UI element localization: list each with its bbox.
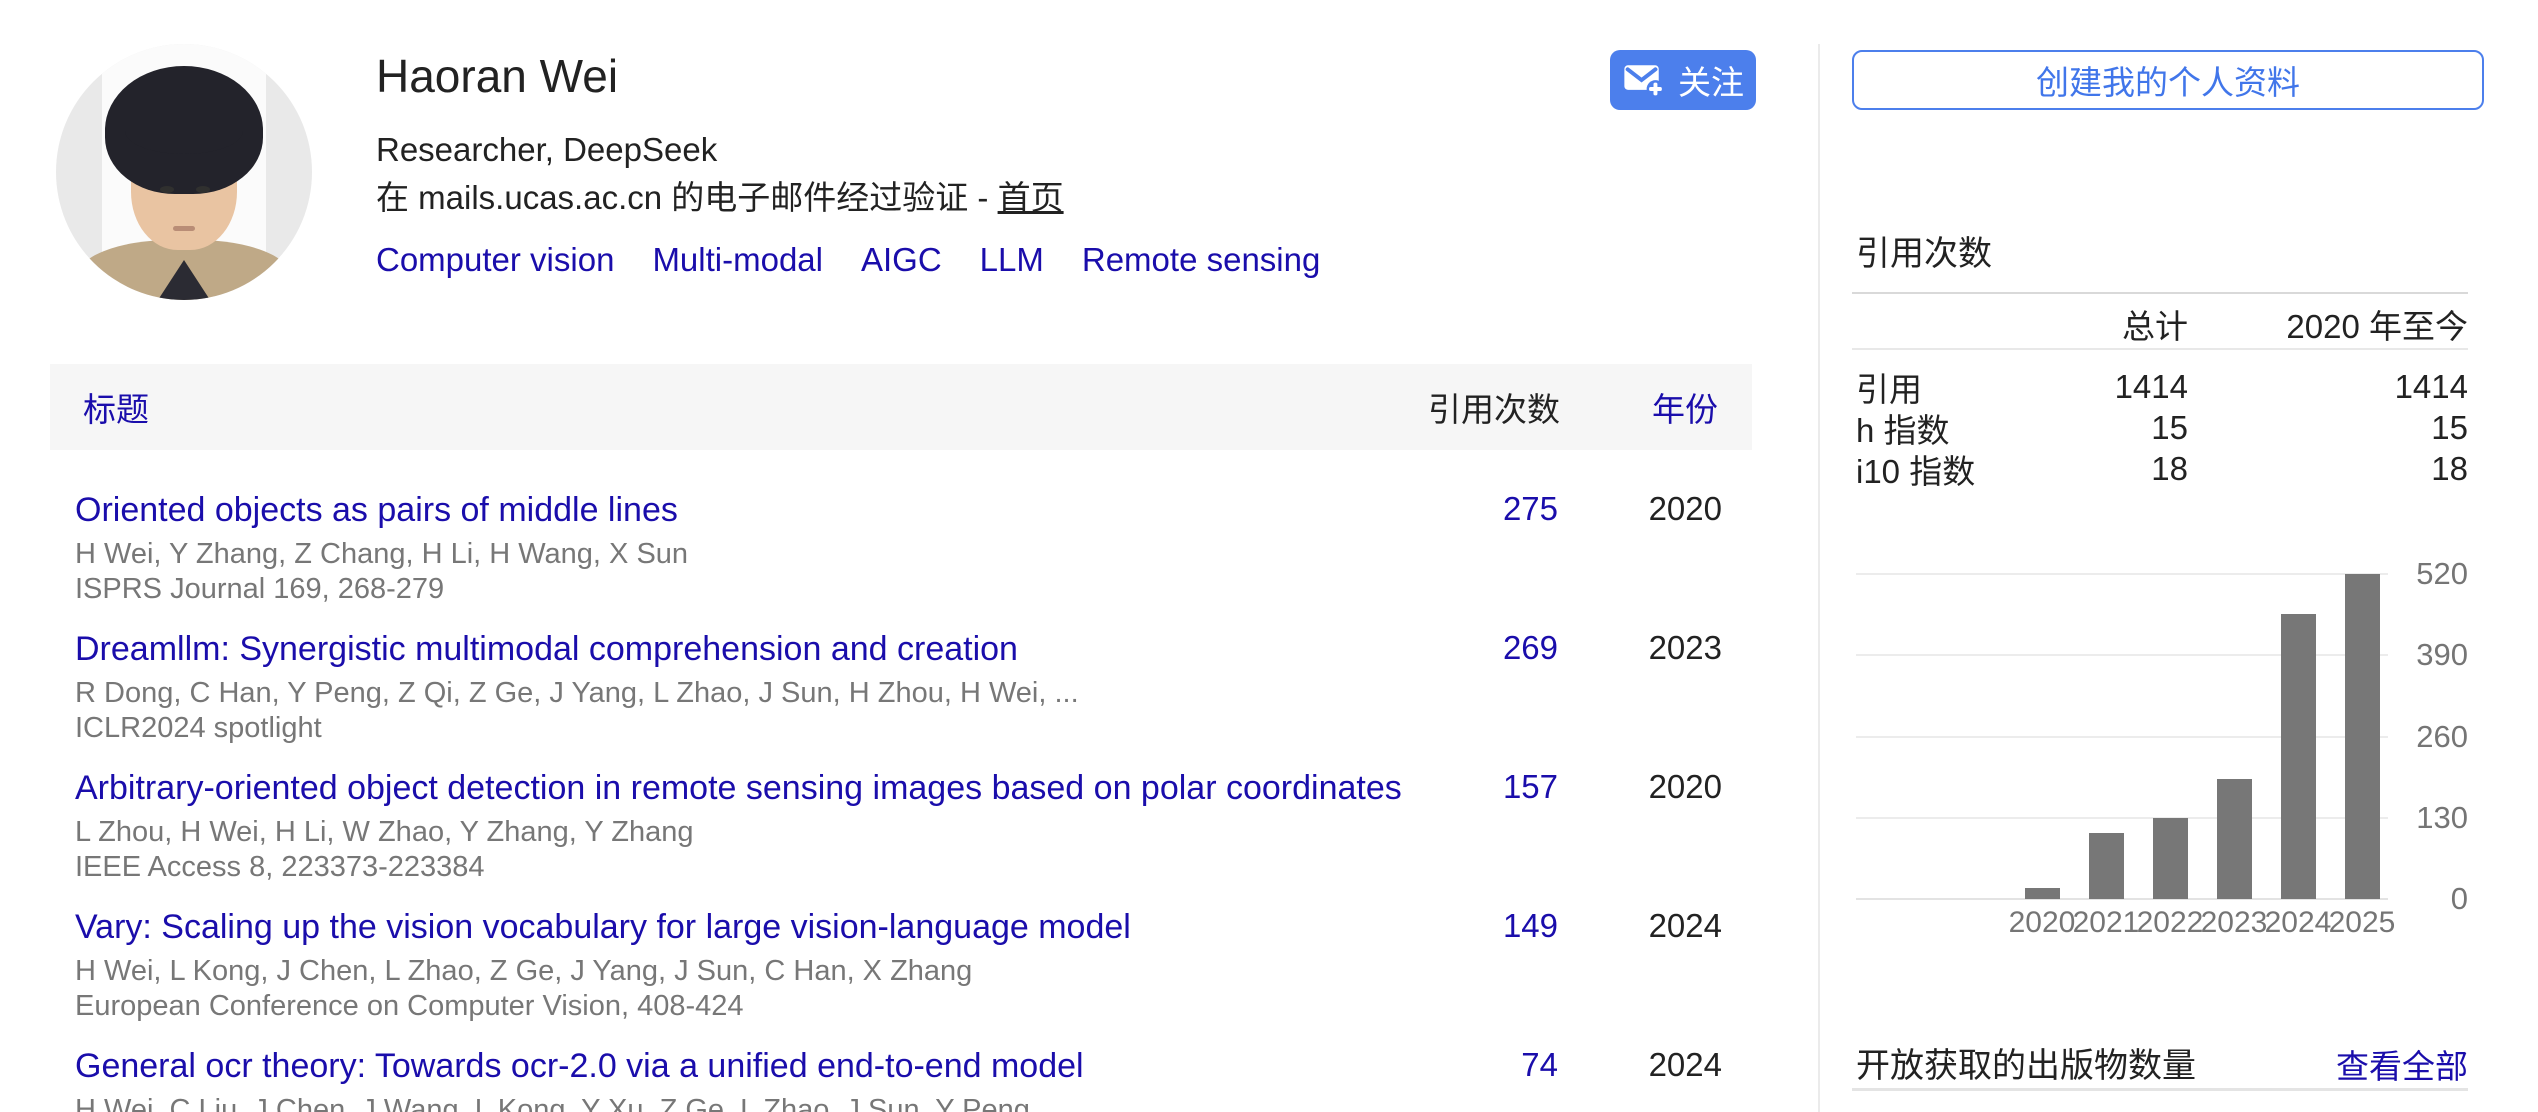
citations-bar-chart xyxy=(1856,574,2388,899)
portrait-mouth xyxy=(173,226,195,231)
y-axis-tick-label: 260 xyxy=(2416,719,2468,755)
interest-tag[interactable]: Remote sensing xyxy=(1082,241,1320,278)
publication-year: 2024 xyxy=(1649,1046,1722,1084)
publication-title-link[interactable]: Arbitrary-oriented object detection in r… xyxy=(75,766,1402,810)
stat-label: i10 指数 xyxy=(1856,445,2048,493)
publication-title-link[interactable]: General ocr theory: Towards ocr-2.0 via … xyxy=(75,1044,1084,1088)
publication-row: Dreamllm: Synergistic multimodal compreh… xyxy=(75,627,1752,766)
stat-value-since: 1414 xyxy=(2188,368,2468,406)
publication-row: Vary: Scaling up the vision vocabulary f… xyxy=(75,905,1752,1044)
portrait-eye xyxy=(160,186,174,193)
scholar-profile-page: Haoran Wei Researcher, DeepSeek 在 mails.… xyxy=(0,0,2538,1112)
citation-bar[interactable] xyxy=(2089,833,2124,899)
citation-bar[interactable] xyxy=(2345,574,2380,899)
stat-row: 引用14141414 xyxy=(1856,366,2468,407)
publication-row: Oriented objects as pairs of middle line… xyxy=(75,488,1752,627)
cited-by-count-link[interactable]: 149 xyxy=(1503,907,1558,945)
interest-tag[interactable]: LLM xyxy=(980,241,1044,278)
cited-by-count-link[interactable]: 157 xyxy=(1503,768,1558,806)
profile-affiliation: Researcher, DeepSeek xyxy=(376,130,1358,170)
publication-authors: H Wei, L Kong, J Chen, L Zhao, Z Ge, J Y… xyxy=(75,954,1435,989)
stats-divider-top xyxy=(1852,292,2468,294)
publication-row: General ocr theory: Towards ocr-2.0 via … xyxy=(75,1044,1752,1112)
publication-row: Arbitrary-oriented object detection in r… xyxy=(75,766,1752,905)
stats-column-headers: 总计 2020 年至今 xyxy=(1856,300,2468,348)
y-axis-tick-label: 520 xyxy=(2416,556,2468,592)
x-axis-year-label: 2025 xyxy=(2317,906,2407,940)
interest-tag[interactable]: AIGC xyxy=(861,241,942,278)
publication-venue: IEEE Access 8, 223373-223384 xyxy=(75,850,1435,885)
cited-by-count-link[interactable]: 269 xyxy=(1503,629,1558,667)
stat-row: h 指数1515 xyxy=(1856,407,2468,448)
citation-bar[interactable] xyxy=(2153,818,2188,899)
citation-bar[interactable] xyxy=(2025,888,2060,899)
sort-by-title-link[interactable]: 标题 xyxy=(83,383,149,431)
publication-title-link[interactable]: Oriented objects as pairs of middle line… xyxy=(75,488,678,532)
publications-list: Oriented objects as pairs of middle line… xyxy=(75,488,1752,1112)
chart-y-axis-labels: 0130260390520 xyxy=(2398,574,2468,899)
verified-email-line: 在 mails.ucas.ac.cn 的电子邮件经过验证 - 首页 xyxy=(376,178,1358,218)
stat-value-all: 15 xyxy=(2048,409,2188,447)
homepage-link[interactable]: 首页 xyxy=(998,179,1064,216)
follow-button-label: 关注 xyxy=(1678,56,1744,104)
portrait-eye xyxy=(196,186,210,193)
chart-x-axis-labels: 202020212022202320242025 xyxy=(1856,906,2388,942)
profile-photo xyxy=(56,44,312,300)
open-access-divider xyxy=(1852,1088,2468,1091)
verified-email-text: 在 mails.ucas.ac.cn 的电子邮件经过验证 - xyxy=(376,179,998,216)
content-divider xyxy=(1818,44,1820,1112)
email-plus-icon xyxy=(1622,62,1666,98)
publication-title-link[interactable]: Vary: Scaling up the vision vocabulary f… xyxy=(75,905,1131,949)
interest-tag[interactable]: Multi-modal xyxy=(652,241,823,278)
publication-venue: ICLR2024 spotlight xyxy=(75,711,1435,746)
portrait-fringe xyxy=(125,108,243,154)
chart-gridline xyxy=(1856,573,2388,575)
y-axis-tick-label: 130 xyxy=(2416,800,2468,836)
profile-name: Haoran Wei xyxy=(376,48,1358,104)
follow-button[interactable]: 关注 xyxy=(1610,50,1756,110)
citations-heading[interactable]: 引用次数 xyxy=(1856,226,1992,275)
y-axis-tick-label: 0 xyxy=(2451,881,2468,917)
profile-header: Haoran Wei Researcher, DeepSeek 在 mails.… xyxy=(376,48,1358,280)
interest-tag[interactable]: Computer vision xyxy=(376,241,614,278)
publication-venue: ISPRS Journal 169, 268-279 xyxy=(75,572,1435,607)
stat-value-all: 18 xyxy=(2048,450,2188,488)
cited-by-count-link[interactable]: 74 xyxy=(1521,1046,1558,1084)
publication-authors: H Wei, C Liu, J Chen, J Wang, L Kong, Y … xyxy=(75,1093,1435,1112)
citation-bar[interactable] xyxy=(2217,779,2252,899)
stat-value-all: 1414 xyxy=(2048,368,2188,406)
publication-title-link[interactable]: Dreamllm: Synergistic multimodal compreh… xyxy=(75,627,1018,671)
stat-value-since: 15 xyxy=(2188,409,2468,447)
stat-row: i10 指数1818 xyxy=(1856,448,2468,489)
publication-year: 2023 xyxy=(1649,629,1722,667)
create-profile-button[interactable]: 创建我的个人资料 xyxy=(1852,50,2484,110)
publication-venue: European Conference on Computer Vision, … xyxy=(75,989,1435,1024)
open-access-heading: 开放获取的出版物数量 xyxy=(1856,1038,2196,1087)
publication-authors: H Wei, Y Zhang, Z Chang, H Li, H Wang, X… xyxy=(75,537,1435,572)
stats-col-since: 2020 年至今 xyxy=(2188,300,2468,348)
publication-year: 2024 xyxy=(1649,907,1722,945)
cited-by-column-header: 引用次数 xyxy=(1428,383,1560,431)
stats-divider-bottom xyxy=(1852,348,2468,350)
stat-value-since: 18 xyxy=(2188,450,2468,488)
publication-authors: R Dong, C Han, Y Peng, Z Qi, Z Ge, J Yan… xyxy=(75,676,1435,711)
sort-by-year-link[interactable]: 年份 xyxy=(1652,383,1718,431)
y-axis-tick-label: 390 xyxy=(2416,637,2468,673)
publication-year: 2020 xyxy=(1649,490,1722,528)
view-all-link[interactable]: 查看全部 xyxy=(2336,1040,2468,1088)
stats-col-all: 总计 xyxy=(2048,300,2188,348)
citation-bar[interactable] xyxy=(2281,614,2316,899)
publications-table-header: 标题 引用次数 年份 xyxy=(50,364,1752,450)
cited-by-count-link[interactable]: 275 xyxy=(1503,490,1558,528)
interest-tags: Computer vision Multi-modal AIGC LLM Remote … xyxy=(376,240,1358,280)
publication-year: 2020 xyxy=(1649,768,1722,806)
stats-rows: 引用14141414h 指数1515i10 指数1818 xyxy=(1856,366,2468,489)
publication-authors: L Zhou, H Wei, H Li, W Zhao, Y Zhang, Y … xyxy=(75,815,1435,850)
